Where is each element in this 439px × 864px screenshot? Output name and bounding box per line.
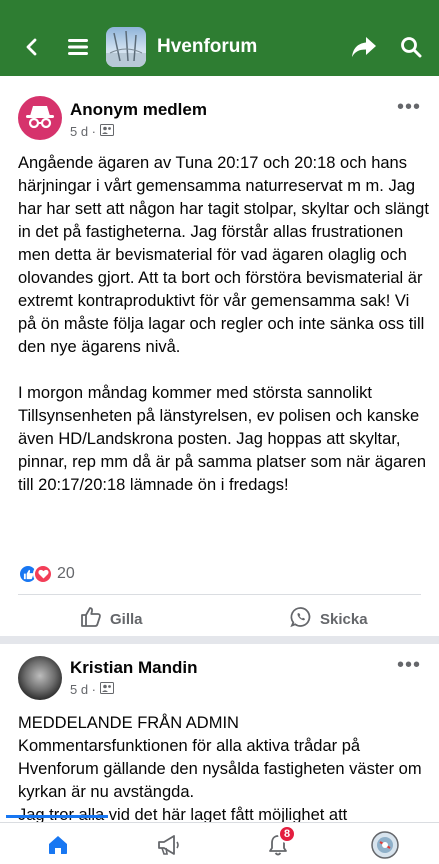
group-title[interactable]: Hvenforum [157,18,257,76]
search-icon[interactable] [393,18,429,76]
thumbs-up-icon [80,606,102,632]
home-icon[interactable] [28,825,88,864]
whatsapp-icon [290,606,312,632]
notification-badge: 8 [278,825,296,843]
bell-icon[interactable]: 8 [248,825,308,864]
send-label: Skicka [320,610,368,628]
reactions[interactable]: 20 [18,564,75,584]
post: Kristian Mandin 5 d · ••• MEDDELANDE FRÅ… [0,644,439,824]
megaphone-icon[interactable] [139,825,199,864]
love-reaction-icon [33,564,53,584]
post: Anonym medlem 5 d · ••• Angående ägaren … [0,86,439,636]
send-button[interactable]: Skicka [290,602,368,636]
app-bar: Hvenforum [0,18,439,76]
members-icon [100,682,115,697]
group-avatar[interactable] [106,27,146,67]
post-body: Angående ägaren av Tuna 20:17 och 20:18 … [18,154,429,494]
more-options-icon[interactable]: ••• [397,96,421,119]
post-separator [0,636,439,644]
profile-icon[interactable] [355,825,415,864]
post-meta: 5 d · [70,682,115,697]
bottom-nav: 8 [0,822,439,864]
post-time: 5 d · [70,124,97,139]
post-body: MEDDELANDE FRÅN ADMIN Kommentarsfunktion… [18,714,422,824]
anonymous-avatar[interactable] [18,96,62,140]
like-label: Gilla [110,610,143,628]
post-author[interactable]: Anonym medlem [70,100,207,120]
menu-icon[interactable] [60,18,96,76]
active-tab-indicator [6,815,108,818]
back-icon[interactable] [14,18,50,76]
status-bar [0,0,439,18]
post-author[interactable]: Kristian Mandin [70,658,198,678]
divider [18,594,421,595]
reaction-count: 20 [57,565,75,582]
more-options-icon[interactable]: ••• [397,654,421,677]
members-icon [100,124,115,139]
like-button[interactable]: Gilla [80,602,143,636]
post-meta: 5 d · [70,124,115,139]
user-avatar[interactable] [18,656,62,700]
post-time: 5 d · [70,682,97,697]
share-icon[interactable] [346,18,382,76]
